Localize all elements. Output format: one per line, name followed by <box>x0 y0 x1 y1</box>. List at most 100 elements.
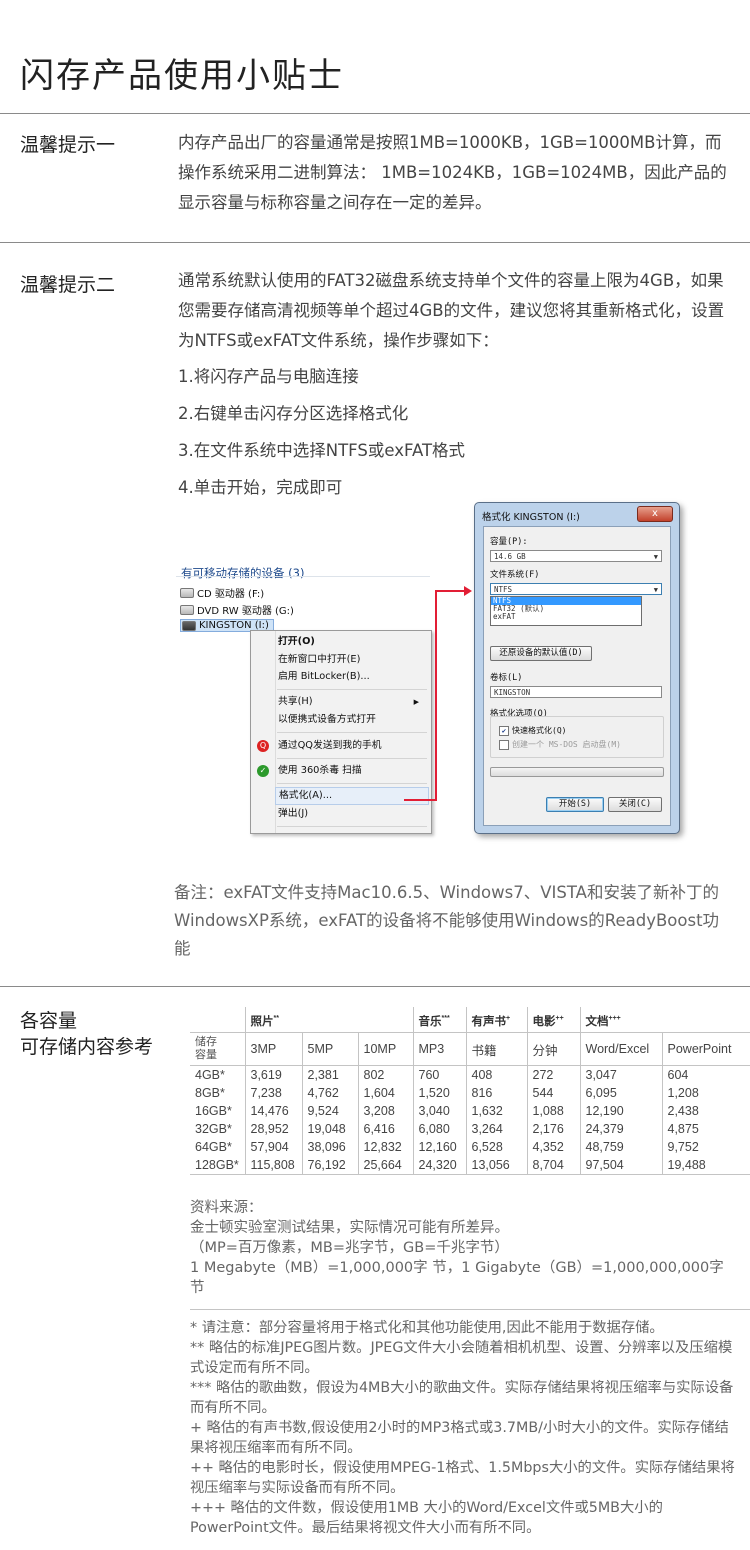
chevron-down-icon: ▼ <box>653 586 658 594</box>
menu-separator <box>277 783 427 784</box>
menu-item-360-scan[interactable]: 使用 360杀毒 扫描 <box>278 763 427 779</box>
format-dialog: 格式化 KINGSTON (I:) x 容量(P): 14.6 GB ▼ 文件系… <box>474 502 680 834</box>
device-group-title: 有可移动存储的设备 (3) <box>181 566 305 580</box>
category-header: 电影++ <box>526 1007 580 1033</box>
category-header: 照片** <box>244 1007 413 1033</box>
capacity-cell: 8GB* <box>195 1086 225 1100</box>
menu-item-bitlocker[interactable]: 启用 BitLocker(B)... <box>278 669 427 685</box>
menu-item-share[interactable]: 共享(H) ▶ <box>278 694 427 710</box>
checkbox-label: 创建一个 MS-DOS 启动盘(M) <box>512 740 621 749</box>
value-cell: 14,476 <box>244 1102 302 1120</box>
column-header: 3MP <box>244 1032 302 1066</box>
tip1-text: 内存产品出厂的容量通常是按照1MB=1000KB，1GB=1000MB计算，而操… <box>178 133 727 212</box>
value-cell: 7,238 <box>244 1084 302 1102</box>
value-cell: 76,192 <box>301 1156 358 1175</box>
value-cell: 3,208 <box>357 1102 413 1120</box>
divider <box>0 242 750 243</box>
table-row: 16GB* 14,476 9,524 3,208 3,040 1,632 1,088 12,1… <box>190 1102 750 1120</box>
value-cell: 1,208 <box>661 1084 750 1102</box>
chevron-down-icon: ▼ <box>653 553 658 561</box>
value-cell: 6,095 <box>579 1084 662 1102</box>
source-line: 1 Megabyte（MB）=1,000,000字 节，1 Gigabyte（G… <box>190 1260 724 1296</box>
value-cell: 2,381 <box>301 1065 358 1084</box>
step-1: 1.将闪存产品与电脑连接 <box>178 367 359 386</box>
value-cell: 6,080 <box>412 1120 466 1138</box>
capacity-select[interactable]: 14.6 GB ▼ <box>490 550 662 562</box>
value-cell: 57,904 <box>244 1138 302 1156</box>
value-cell: 19,488 <box>661 1156 750 1175</box>
step-2: 2.右键单击闪存分区选择格式化 <box>178 404 409 423</box>
arrow-head-icon <box>464 586 472 596</box>
source-line: 金士顿实验室测试结果，实际情况可能有所差异。 <box>190 1220 509 1236</box>
table-row: 4GB* 3,619 2,381 802 760 408 272 3,047 604 <box>190 1065 750 1084</box>
msdos-disk-checkbox[interactable]: 创建一个 MS-DOS 启动盘(M) <box>499 739 621 750</box>
filesystem-select[interactable]: NTFS ▼ <box>490 583 662 595</box>
table-row: 8GB* 7,238 4,762 1,604 1,520 816 544 6,095 1,208 <box>190 1084 750 1102</box>
capacity-cell: 16GB* <box>195 1104 232 1118</box>
dialog-title: 格式化 KINGSTON (I:) <box>482 512 580 523</box>
capacity-section-label: 各容量 可存储内容参考 <box>20 1008 153 1060</box>
submenu-arrow-icon: ▶ <box>413 698 419 706</box>
category-header: 音乐*** <box>412 1007 466 1033</box>
value-cell: 816 <box>465 1084 527 1102</box>
usb-drive-icon <box>182 620 196 631</box>
volume-label-input[interactable]: KINGSTON <box>490 686 662 698</box>
footnote: ++ 略估的电影时长，假设使用MPEG-1格式、1.5Mbps大小的文件。实际存… <box>190 1460 735 1496</box>
cd-drive-icon <box>180 587 194 598</box>
start-button[interactable]: 开始(S) <box>546 797 604 812</box>
value-cell: 9,752 <box>661 1138 750 1156</box>
checkbox-icon <box>499 739 509 750</box>
value-cell: 2,176 <box>526 1120 580 1138</box>
capacity-cell: 128GB* <box>190 1156 245 1175</box>
source-line: （MP=百万像素，MB=兆字节，GB=千兆字节） <box>190 1240 509 1256</box>
tip2-text: 通常系统默认使用的FAT32磁盘系统支持单个文件的容量上限为4GB，如果您需要存… <box>178 271 725 350</box>
device-dvd-drive[interactable]: DVD RW 驱动器 (G:) <box>180 602 294 617</box>
value-cell: 12,160 <box>412 1138 466 1156</box>
checkbox-label: 快速格式化(Q) <box>512 726 567 735</box>
value-cell: 3,047 <box>579 1065 662 1084</box>
close-button[interactable]: 关闭(C) <box>608 797 662 812</box>
filesystem-dropdown-list: NTFS FAT32 (默认) exFAT <box>490 596 642 626</box>
row-header-label: 储存容量 <box>190 1032 245 1066</box>
capacity-table: 照片** 音乐*** 有声书+ 电影++ 文档+++ 储存容量 3MP 5MP … <box>190 1007 750 1175</box>
menu-item-eject[interactable]: 弹出(J) <box>278 806 427 822</box>
dvd-drive-icon <box>180 604 194 615</box>
value-cell: 9,524 <box>301 1102 358 1120</box>
menu-item-format[interactable]: 格式化(A)... <box>275 787 429 805</box>
capacity-label: 容量(P): <box>490 537 528 547</box>
capacity-cell: 64GB* <box>195 1140 232 1154</box>
menu-item-portable[interactable]: 以便携式设备方式打开 <box>278 712 427 728</box>
footnotes: * 请注意：部分容量将用于格式化和其他功能使用,因此不能用于数据存储。 ** 略… <box>190 1318 738 1538</box>
value-cell: 6,528 <box>465 1138 527 1156</box>
tip2-label: 温馨提示二 <box>20 274 116 296</box>
footnote: + 略估的有声书数,假设使用2小时的MP3格式或3.7MB/小时大小的文件。实际… <box>190 1420 729 1456</box>
quick-format-checkbox[interactable]: ✔ 快速格式化(Q) <box>499 725 566 736</box>
value-cell: 8,704 <box>526 1156 580 1175</box>
context-menu: 打开(O) 在新窗口中打开(E) 启用 BitLocker(B)... 共享(H… <box>250 630 432 834</box>
menu-separator <box>277 732 427 733</box>
shield-icon: ✓ <box>257 765 269 777</box>
menu-item-open-new-window[interactable]: 在新窗口中打开(E) <box>278 652 427 668</box>
menu-item-open[interactable]: 打开(O) <box>278 634 427 650</box>
device-cd-drive[interactable]: CD 驱动器 (F:) <box>180 585 264 600</box>
table-row: 32GB* 28,952 19,048 6,416 6,080 3,264 2,176 24,… <box>190 1120 750 1138</box>
device-label: DVD RW 驱动器 (G:) <box>197 606 294 617</box>
column-header: 分钟 <box>526 1032 580 1066</box>
category-header: 有声书+ <box>465 1007 527 1033</box>
filesystem-option[interactable]: exFAT <box>491 613 641 621</box>
menu-separator <box>277 826 427 827</box>
value-cell: 24,320 <box>412 1156 466 1175</box>
capacity-label-line1: 各容量 <box>20 1010 78 1032</box>
footnote: *** 略估的歌曲数，假设为4MB大小的歌曲文件。实际存储结果将视压缩率与实际设… <box>190 1380 734 1416</box>
column-header: 5MP <box>301 1032 358 1066</box>
menu-item-qq-send[interactable]: 通过QQ发送到我的手机 <box>278 738 427 754</box>
value-cell: 544 <box>526 1084 580 1102</box>
step-3: 3.在文件系统中选择NTFS或exFAT格式 <box>178 441 466 460</box>
value-cell: 12,190 <box>579 1102 662 1120</box>
close-icon[interactable]: x <box>637 506 673 522</box>
value-cell: 12,832 <box>357 1138 413 1156</box>
format-progress-bar <box>490 767 664 777</box>
capacity-label-line2: 可存储内容参考 <box>20 1036 154 1058</box>
restore-defaults-button[interactable]: 还原设备的默认值(D) <box>490 646 592 661</box>
capacity-cell: 4GB* <box>195 1068 225 1082</box>
